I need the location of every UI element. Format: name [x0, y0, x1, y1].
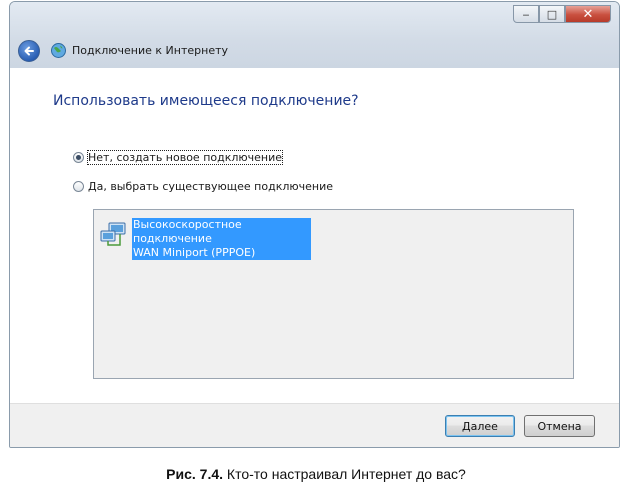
- wizard-footer: Далее Отмена: [10, 403, 619, 447]
- page-heading: Использовать имеющееся подключение?: [53, 93, 359, 109]
- radio-use-existing[interactable]: [73, 181, 84, 192]
- back-arrow-icon: [24, 46, 34, 56]
- connection-wizard-window: ‒ □ ✕ Подключение к Интернету Использова…: [9, 1, 620, 448]
- caption-text: Кто-то настраивал Интернет до вас?: [223, 466, 466, 482]
- option-use-existing[interactable]: Да, выбрать существующее подключение: [73, 180, 333, 193]
- option-use-existing-label[interactable]: Да, выбрать существующее подключение: [88, 180, 333, 193]
- maximize-button[interactable]: □: [539, 5, 565, 23]
- radio-create-new[interactable]: [73, 152, 84, 163]
- connection-device: WAN Miniport (PPPOE): [132, 246, 311, 260]
- list-item[interactable]: Высокоскоростное подключение WAN Minipor…: [100, 218, 311, 260]
- window-title: Подключение к Интернету: [72, 44, 229, 57]
- connection-name: Высокоскоростное подключение: [132, 218, 311, 246]
- back-button[interactable]: [18, 40, 40, 62]
- next-button[interactable]: Далее: [445, 415, 515, 437]
- internet-globe-icon: [51, 43, 66, 58]
- title-bar: ‒ □ ✕ Подключение к Интернету: [10, 2, 619, 68]
- window-controls: ‒ □ ✕: [513, 5, 611, 23]
- option-create-new-label[interactable]: Нет, создать новое подключение: [86, 150, 284, 165]
- minimize-button[interactable]: ‒: [513, 5, 539, 23]
- cancel-button[interactable]: Отмена: [524, 415, 595, 437]
- figure-caption: Рис. 7.4. Кто-то настраивал Интернет до …: [0, 466, 632, 482]
- wizard-content: Использовать имеющееся подключение? Нет,…: [10, 68, 619, 406]
- close-button[interactable]: ✕: [565, 5, 611, 23]
- option-create-new[interactable]: Нет, создать новое подключение: [73, 150, 284, 165]
- network-connection-icon: [100, 222, 126, 246]
- caption-prefix: Рис. 7.4.: [166, 466, 224, 482]
- existing-connections-list: Высокоскоростное подключение WAN Minipor…: [93, 209, 574, 379]
